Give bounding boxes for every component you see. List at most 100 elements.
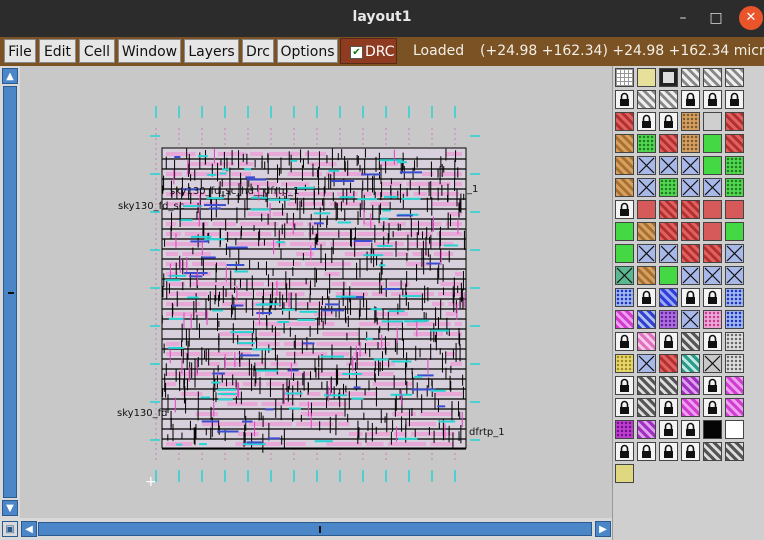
layer-swatch[interactable] xyxy=(725,156,744,175)
layer-lock-icon[interactable] xyxy=(659,442,678,461)
layer-lock-icon[interactable] xyxy=(659,332,678,351)
layer-swatch[interactable] xyxy=(615,112,634,131)
layer-swatch[interactable] xyxy=(725,354,744,373)
layer-swatch[interactable] xyxy=(681,266,700,285)
zoom-box-icon[interactable]: ▣ xyxy=(2,521,18,537)
layer-swatch[interactable] xyxy=(703,200,722,219)
layer-swatch[interactable] xyxy=(659,200,678,219)
layer-swatch[interactable] xyxy=(681,68,700,87)
layer-swatch[interactable] xyxy=(681,354,700,373)
layer-swatch[interactable] xyxy=(725,178,744,197)
layer-swatch[interactable] xyxy=(637,90,656,109)
layer-swatch[interactable] xyxy=(659,354,678,373)
layer-lock-icon[interactable] xyxy=(659,420,678,439)
vertical-scroll-thumb[interactable] xyxy=(8,292,14,294)
layer-swatch[interactable] xyxy=(615,134,634,153)
layer-swatch[interactable] xyxy=(659,222,678,241)
layer-swatch[interactable] xyxy=(659,134,678,153)
minimize-button[interactable]: – xyxy=(671,6,695,30)
layer-swatch[interactable] xyxy=(681,244,700,263)
layer-swatch[interactable] xyxy=(659,376,678,395)
layer-swatch[interactable] xyxy=(725,222,744,241)
layer-swatch[interactable] xyxy=(725,310,744,329)
layer-swatch[interactable] xyxy=(615,354,634,373)
drc-toggle[interactable]: ✔ DRC xyxy=(340,38,397,64)
layer-lock-icon[interactable] xyxy=(615,376,634,395)
layer-swatch[interactable] xyxy=(637,376,656,395)
layer-swatch[interactable] xyxy=(659,266,678,285)
layer-lock-icon[interactable] xyxy=(637,288,656,307)
layer-swatch[interactable] xyxy=(615,222,634,241)
layer-swatch[interactable] xyxy=(725,244,744,263)
layer-swatch[interactable] xyxy=(681,200,700,219)
layer-lock-icon[interactable] xyxy=(681,90,700,109)
layer-swatch[interactable] xyxy=(615,266,634,285)
layer-swatch[interactable] xyxy=(659,288,678,307)
layout-canvas[interactable]: sky130_fd_sc_hd__dfrtp_1 sky130_fd_sc sk… xyxy=(20,66,612,518)
layer-swatch[interactable] xyxy=(703,354,722,373)
layer-swatch[interactable] xyxy=(681,222,700,241)
layer-swatch[interactable] xyxy=(703,156,722,175)
layer-lock-icon[interactable] xyxy=(703,332,722,351)
layer-lock-icon[interactable] xyxy=(637,112,656,131)
layer-swatch[interactable] xyxy=(637,244,656,263)
layer-swatch[interactable] xyxy=(681,310,700,329)
layer-swatch[interactable] xyxy=(637,310,656,329)
layer-swatch[interactable] xyxy=(703,244,722,263)
horizontal-scrollbar[interactable]: ▣ ◀ ▶ xyxy=(0,518,612,540)
menu-edit[interactable]: Edit xyxy=(39,39,76,63)
layer-swatch[interactable] xyxy=(615,68,634,87)
menu-drc[interactable]: Drc xyxy=(242,39,274,63)
layer-swatch[interactable] xyxy=(703,68,722,87)
layout-drawing[interactable]: sky130_fd_sc_hd__dfrtp_1 sky130_fd_sc sk… xyxy=(20,66,612,518)
horizontal-scroll-track[interactable] xyxy=(38,522,592,536)
layer-lock-icon[interactable] xyxy=(703,398,722,417)
layer-swatch[interactable] xyxy=(725,420,744,439)
vertical-scroll-track[interactable] xyxy=(3,86,17,498)
layer-swatch[interactable] xyxy=(703,112,722,131)
layer-swatch[interactable] xyxy=(681,178,700,197)
layer-swatch[interactable] xyxy=(659,68,678,87)
menu-cell[interactable]: Cell xyxy=(79,39,115,63)
layer-swatch[interactable] xyxy=(725,332,744,351)
layer-swatch[interactable] xyxy=(615,178,634,197)
layer-swatch[interactable] xyxy=(637,134,656,153)
layer-lock-icon[interactable] xyxy=(615,90,634,109)
layer-lock-icon[interactable] xyxy=(615,442,634,461)
maximize-button[interactable]: □ xyxy=(704,6,728,30)
layer-swatch[interactable] xyxy=(703,134,722,153)
layer-swatch[interactable] xyxy=(703,178,722,197)
layer-swatch[interactable] xyxy=(615,156,634,175)
layer-swatch[interactable] xyxy=(637,222,656,241)
layer-swatch[interactable] xyxy=(725,398,744,417)
menu-options[interactable]: Options xyxy=(277,39,338,63)
layer-swatch[interactable] xyxy=(725,288,744,307)
layer-lock-icon[interactable] xyxy=(725,90,744,109)
layer-swatch[interactable] xyxy=(659,310,678,329)
layer-swatch[interactable] xyxy=(703,442,722,461)
layer-swatch[interactable] xyxy=(681,134,700,153)
layer-swatch[interactable] xyxy=(637,178,656,197)
layer-lock-icon[interactable] xyxy=(703,90,722,109)
vertical-scrollbar[interactable]: ▲ ▼ xyxy=(0,66,20,518)
layer-swatch[interactable] xyxy=(637,156,656,175)
layer-swatch[interactable] xyxy=(637,354,656,373)
scroll-down-button[interactable]: ▼ xyxy=(2,500,18,516)
layer-swatch[interactable] xyxy=(615,420,634,439)
layer-swatch[interactable] xyxy=(659,178,678,197)
layer-swatch[interactable] xyxy=(681,376,700,395)
close-button[interactable]: ✕ xyxy=(739,6,763,30)
layer-swatch[interactable] xyxy=(615,310,634,329)
layer-swatch[interactable] xyxy=(681,332,700,351)
menu-window[interactable]: Window xyxy=(118,39,181,63)
scroll-left-button[interactable]: ◀ xyxy=(21,521,37,537)
menu-file[interactable]: File xyxy=(4,39,36,63)
layer-swatch[interactable] xyxy=(703,266,722,285)
layer-lock-icon[interactable] xyxy=(703,376,722,395)
layer-swatch[interactable] xyxy=(703,420,722,439)
layer-lock-icon[interactable] xyxy=(637,442,656,461)
layer-swatch[interactable] xyxy=(725,200,744,219)
layer-swatch[interactable] xyxy=(725,68,744,87)
layer-lock-icon[interactable] xyxy=(615,332,634,351)
layer-swatch[interactable] xyxy=(703,310,722,329)
